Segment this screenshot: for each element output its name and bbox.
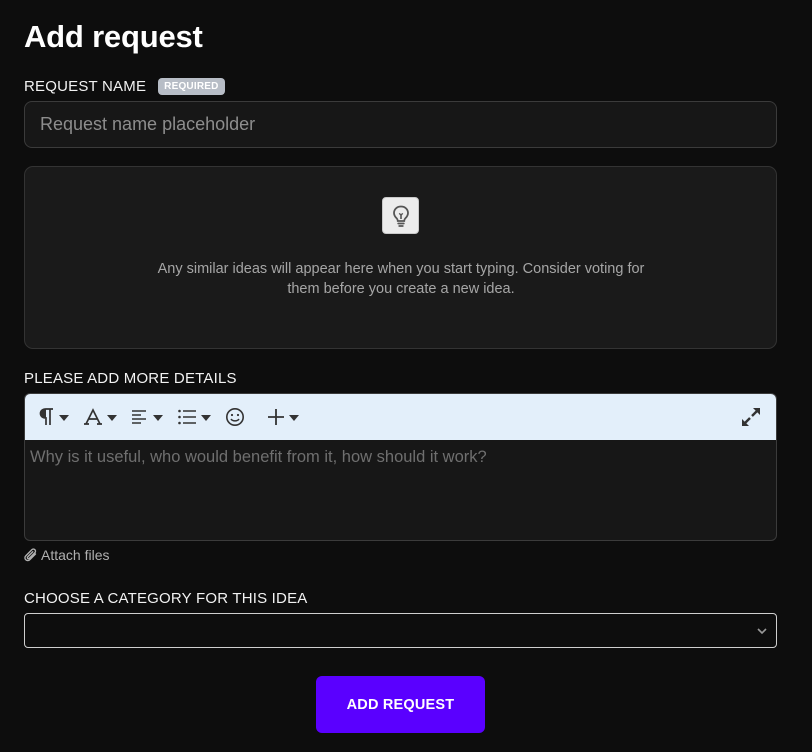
details-editor: Why is it useful, who would benefit from…: [24, 393, 777, 541]
pilcrow-icon: [39, 408, 53, 425]
emoji-button[interactable]: [225, 402, 245, 432]
font-icon: [84, 408, 102, 425]
list-icon: [178, 409, 196, 425]
attach-files-label: Attach files: [41, 547, 110, 563]
chevron-down-icon: [107, 415, 117, 421]
add-request-form: Add request REQUEST NAME REQUIRED Any si…: [0, 0, 812, 752]
expand-icon: [742, 408, 760, 426]
details-label-row: PLEASE ADD MORE DETAILS: [24, 370, 237, 387]
chevron-down-icon: [289, 415, 299, 421]
align-left-icon: [132, 410, 146, 424]
text-format-button[interactable]: [83, 402, 117, 432]
lightbulb-icon: [382, 197, 419, 234]
paperclip-icon: [24, 548, 37, 562]
smiley-icon: [226, 408, 244, 426]
category-label-row: CHOOSE A CATEGORY FOR THIS IDEA: [24, 590, 308, 607]
similar-ideas-panel: Any similar ideas will appear here when …: [24, 166, 777, 349]
similar-ideas-message: Any similar ideas will appear here when …: [157, 261, 645, 297]
fullscreen-button[interactable]: [740, 406, 762, 428]
details-label: PLEASE ADD MORE DETAILS: [24, 370, 237, 387]
add-request-button[interactable]: ADD REQUEST: [316, 676, 485, 733]
category-label: CHOOSE A CATEGORY FOR THIS IDEA: [24, 590, 308, 607]
chevron-down-icon: [201, 415, 211, 421]
chevron-down-icon: [153, 415, 163, 421]
required-badge: REQUIRED: [158, 78, 225, 95]
editor-toolbar: [25, 394, 776, 440]
category-select[interactable]: [24, 613, 777, 648]
request-name-label-row: REQUEST NAME REQUIRED: [24, 78, 225, 95]
align-button[interactable]: [131, 402, 163, 432]
paragraph-format-button[interactable]: [39, 402, 69, 432]
attach-files-link[interactable]: Attach files: [24, 547, 109, 563]
page-title: Add request: [24, 19, 203, 54]
insert-button[interactable]: [267, 402, 299, 432]
plus-icon: [268, 409, 284, 425]
chevron-down-icon: [757, 628, 767, 635]
chevron-down-icon: [59, 415, 69, 421]
request-name-input[interactable]: [24, 101, 777, 148]
details-textarea[interactable]: Why is it useful, who would benefit from…: [25, 440, 776, 475]
request-name-label: REQUEST NAME: [24, 78, 147, 95]
list-button[interactable]: [177, 402, 211, 432]
